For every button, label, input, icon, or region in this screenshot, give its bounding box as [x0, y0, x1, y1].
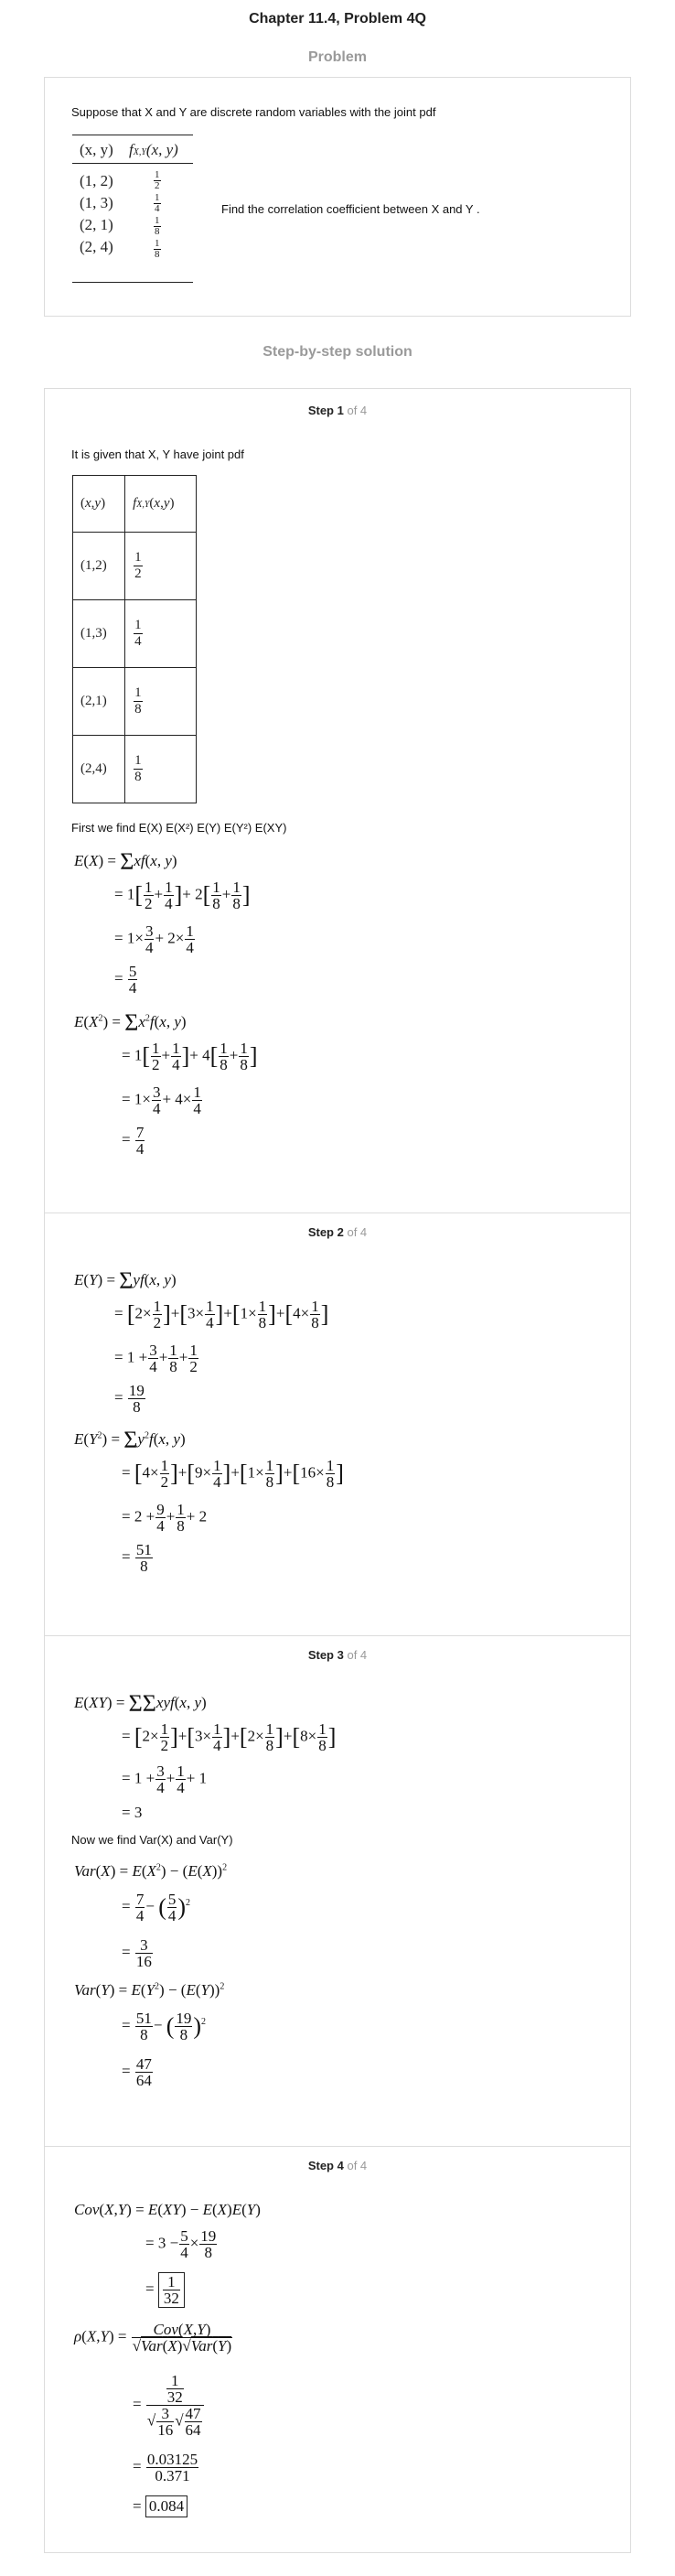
solution-card: Step 1 of 4 It is given that X, Y have j… — [44, 388, 631, 2553]
ex2-definition: E(X2) = Σx2f(x, y) — [74, 1009, 187, 1036]
ex-step1: = 1[1 2 +1 4]+ 2[1 8 +1 8] — [114, 878, 251, 912]
rho-step1: = 1 32 √ 3 16 √ 47 64 — [133, 2373, 205, 2438]
ex-result: = 54 — [114, 963, 138, 997]
cov-definition: Cov(X,Y) = E(XY) − E(X)E(Y) — [74, 2201, 261, 2218]
page-title: Chapter 11.4, Problem 4Q — [249, 11, 426, 27]
vary-definition: Var(Y) = E(Y2) − (E(Y))2 — [74, 1981, 225, 1999]
header-xy: (x, y) — [80, 141, 113, 158]
step3-now-text: Now we find Var(X) and Var(Y) — [71, 1833, 233, 1847]
rho-step2: = 0.03125 0.371 — [133, 2451, 199, 2484]
row-xy: (1, 3) — [80, 194, 113, 211]
header-fxy: fX,Y(x, y) — [129, 141, 178, 158]
ey-step1: = [2× 1 2]+[3× 1 4]+[1× 1 8]+[4× 1 8] — [114, 1298, 329, 1331]
step-2-label: Step 2 of 4 — [307, 1225, 368, 1239]
ey2-step2: = 2 +9 4 +1 8 + 2 — [122, 1501, 208, 1535]
varx-definition: Var(X) = E(X2) − (E(X))2 — [74, 1862, 228, 1880]
ey-step2: = 1 +3 4 +1 8 +1 2 — [114, 1342, 198, 1375]
vary-result: = 47 64 — [122, 2055, 153, 2089]
exy-definition: E(XY) = ΣΣxyf(x, y) — [74, 1690, 207, 1717]
ey-result: = 19 8 — [114, 1382, 145, 1416]
ex2-result: = 74 — [122, 1124, 145, 1158]
cov-step1: = 3 −5 4 × 19 8 — [145, 2227, 218, 2261]
solution-heading: Step-by-step solution — [262, 344, 412, 360]
ey-definition: E(Y) = Σyf(x, y) — [74, 1267, 177, 1294]
varx-result: = 3 16 — [122, 1936, 153, 1970]
row-xy: (2, 4) — [80, 238, 113, 255]
exy-step1: = [2× 1 2]+[3× 1 4]+[2× 1 8]+[8× 1 8] — [122, 1720, 337, 1754]
divider — [45, 1635, 630, 1636]
problem-pdf-table: (x, y) fX,Y(x, y) (1, 2) (1, 3) (2, 1) (… — [72, 135, 193, 283]
ex-definition: E(X) = Σxf(x, y) — [74, 848, 177, 875]
problem-heading: Problem — [307, 49, 367, 65]
step1-pdf-table: (x,y) fX,Y(x,y) (1,2) 1 2 (1,3) 1 4 (2,1) 1 8 (… — [71, 475, 197, 803]
varx-step1: = 7 4− (5 4)2 — [122, 1891, 191, 1924]
rho-definition: ρ(X,Y) = Cov(X,Y) √Var(X)√Var(Y) — [74, 2321, 233, 2355]
ey2-result: = 51 8 — [122, 1541, 153, 1575]
rho-result: = 0.084 — [133, 2495, 188, 2517]
step1-given-text: It is given that X, Y have joint pdf — [71, 447, 244, 461]
problem-card: Suppose that X and Y are discrete random… — [44, 77, 631, 317]
problem-text: Suppose that X and Y are discrete random… — [71, 105, 436, 119]
step-4-label: Step 4 of 4 — [307, 2159, 368, 2172]
step-3-label: Step 3 of 4 — [307, 1648, 368, 1662]
cov-result: = 1 32 — [145, 2272, 185, 2308]
exy-result: = 3 — [122, 1804, 143, 1821]
ex2-step1: = 1[1 2 +1 4]+ 4[1 8 +1 8] — [122, 1040, 258, 1073]
row-xy: (2, 1) — [80, 216, 113, 233]
step-1-label: Step 1 of 4 — [307, 404, 368, 417]
vary-step1: = 51 8− (19 8)2 — [122, 2010, 207, 2043]
ey2-step1: = [4× 1 2]+[9× 1 4]+[1× 1 8]+[16× 1 8] — [122, 1457, 344, 1491]
ex2-step2: = 1× 3 4 + 4× 1 4 — [122, 1083, 202, 1117]
row-xy: (1, 2) — [80, 172, 113, 189]
problem-question: Find the correlation coefficient between… — [221, 202, 480, 216]
ex-step2: = 1× 3 4 + 2× 1 4 — [114, 922, 195, 956]
exy-step2: = 1 +3 4 +1 4 + 1 — [122, 1762, 208, 1796]
step1-first-text: First we find E(X) E(X²) E(Y) E(Y²) E(XY… — [71, 821, 287, 835]
ey2-definition: E(Y2) = Σy2f(x, y) — [74, 1427, 186, 1453]
divider — [45, 2146, 630, 2147]
